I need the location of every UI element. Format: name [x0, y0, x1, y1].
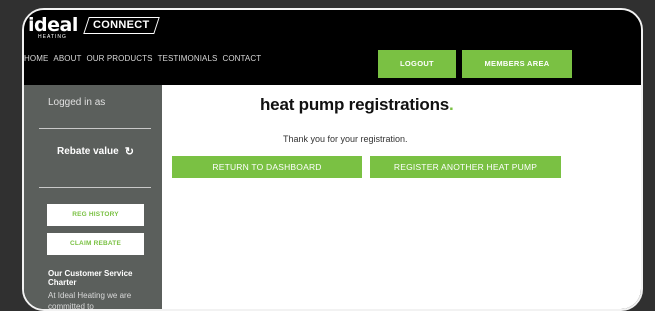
nav-home[interactable]: HOME — [24, 54, 48, 63]
members-area-button[interactable]: MEMBERS AREA — [462, 50, 572, 78]
rebate-value-row: Rebate value ↻ — [57, 145, 134, 158]
logout-button[interactable]: LOGOUT — [378, 50, 456, 78]
register-another-heat-pump-button[interactable]: REGISTER ANOTHER HEAT PUMP — [370, 156, 561, 178]
logo-heating-text: HEATING — [38, 34, 67, 40]
confirmation-message: Thank you for your registration. — [283, 134, 408, 144]
page-title-text: heat pump registrations — [260, 95, 450, 114]
logo-ideal-text: ideal — [28, 14, 78, 36]
nav-about[interactable]: ABOUT — [53, 54, 81, 63]
nav-our-products[interactable]: OUR PRODUCTS — [86, 54, 152, 63]
refresh-icon[interactable]: ↻ — [125, 145, 134, 158]
page-title: heat pump registrations. — [260, 95, 454, 115]
sidebar: Logged in as Rebate value ↻ REG HISTORY … — [24, 85, 162, 311]
app-window: ideal HEATING CONNECT HOME ABOUT OUR PRO… — [22, 8, 643, 311]
logged-in-label: Logged in as — [48, 97, 106, 108]
site-header: ideal HEATING CONNECT HOME ABOUT OUR PRO… — [24, 10, 641, 85]
rebate-value-label: Rebate value — [57, 146, 119, 157]
return-to-dashboard-button[interactable]: RETURN TO DASHBOARD — [172, 156, 362, 178]
charter-title[interactable]: Our Customer Service Charter — [48, 269, 148, 287]
charter-text: At Ideal Heating we are committed to — [48, 291, 132, 311]
logo-connect-text: CONNECT — [92, 19, 150, 31]
sidebar-divider — [39, 187, 151, 188]
ideal-connect-logo[interactable]: ideal HEATING CONNECT — [28, 14, 160, 43]
sidebar-divider — [39, 128, 151, 129]
page-title-dot: . — [449, 95, 454, 114]
logo-connect-badge: CONNECT — [83, 17, 160, 34]
reg-history-button[interactable]: REG HISTORY — [47, 204, 144, 226]
main-content: heat pump registrations. Thank you for y… — [162, 85, 641, 309]
main-nav: HOME ABOUT OUR PRODUCTS TESTIMONIALS CON… — [24, 54, 266, 63]
nav-testimonials[interactable]: TESTIMONIALS — [158, 54, 218, 63]
claim-rebate-button[interactable]: CLAIM REBATE — [47, 233, 144, 255]
nav-contact[interactable]: CONTACT — [222, 54, 261, 63]
